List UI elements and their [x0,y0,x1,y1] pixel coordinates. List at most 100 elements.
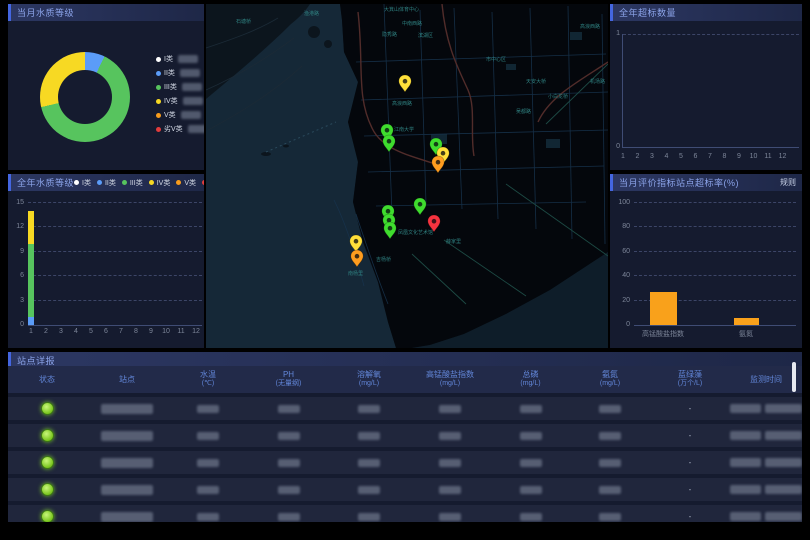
gridline [28,251,202,252]
x-tick-label: 2 [632,153,644,160]
redacted-value [730,404,761,413]
y-tick-label: 100 [610,199,630,206]
cell-algae: - [650,485,730,494]
x-tick-label: 8 [130,328,142,335]
city-map[interactable]: 石塘桥渔港路大箕山体育中心中南西路隐秀路滨湖区高浪西路市中心区天安大桥机场路小白… [206,4,608,348]
x-tick-label: 11 [762,153,774,160]
x-category-label: 氨氮 [706,329,786,339]
x-tick-label: 8 [719,153,731,160]
redacted-value [101,458,153,468]
year-grade-bar-chart[interactable] [28,203,202,326]
stacked-bar-segment[interactable] [28,211,34,244]
y-tick-label: 15 [10,199,24,206]
redacted-value [765,512,802,521]
cell-status [8,429,86,442]
pie-panel: 当月水质等级 I类II类III类IV类V类劣V类 [8,4,204,170]
cell-phosphorus [491,405,570,413]
stacked-bar-segment[interactable] [28,317,34,325]
redacted-value [730,458,761,467]
column-header: 状态 [8,375,86,385]
map-label: 薛家里 [446,238,461,245]
x-category-label: 高锰酸盐指数 [623,329,703,339]
gridline [28,275,202,276]
legend-item: 劣V类 [202,178,204,188]
table-row[interactable]: - [8,397,802,420]
column-name: 水温 [168,370,248,380]
exceed-rate-bar-chart[interactable] [634,203,796,326]
cell-temp [168,486,248,494]
x-tick-label: 7 [115,328,127,335]
table-row[interactable]: - [8,478,802,501]
map-label: 石塘桥 [236,18,251,25]
redacted-value [197,405,219,413]
cell-ammonia [570,486,650,494]
pie-legend: I类II类III类IV类V类劣V类 [156,54,204,134]
table-scrollbar-thumb[interactable] [792,362,796,392]
redacted-value [520,513,542,521]
exceed-count-panel: 全年超标数量 10 123456789101112 [610,4,802,170]
rate-bar[interactable] [650,292,677,325]
table-row[interactable]: - [8,505,802,522]
legend-dot [156,85,161,90]
y-tick-label: 40 [610,272,630,279]
table-row[interactable]: - [8,451,802,474]
rules-link[interactable]: 规则 [780,177,796,188]
column-name: 总磷 [491,370,570,380]
cell-time [730,404,802,413]
column-unit: (mg/L) [329,380,409,389]
x-tick-label: 3 [646,153,658,160]
redacted-value [358,459,380,467]
redacted-value [439,486,461,494]
redacted-value [101,512,153,522]
y-tick-label: 80 [610,223,630,230]
table-row[interactable]: - [8,424,802,447]
legend-dot [176,180,181,185]
cell-station [86,458,168,468]
cell-station [86,485,168,495]
cell-phosphorus [491,486,570,494]
legend-item: II类 [97,178,116,188]
cell-status [8,456,86,469]
cell-time [730,512,802,521]
rate-bar[interactable] [734,318,759,325]
column-header: 溶解氧(mg/L) [329,370,409,389]
column-unit: (mg/L) [491,380,570,389]
gridline [634,251,796,252]
legend-label: 劣V类 [164,124,183,134]
y-tick-label: 60 [610,248,630,255]
year-legend: I类II类III类IV类V类劣V类 [74,178,204,188]
redacted-value [178,55,198,63]
gridline [28,300,202,301]
redacted-value [730,512,761,521]
exceed-count-chart[interactable] [622,34,799,148]
redacted-value [765,458,802,467]
gridline [634,202,796,203]
stacked-bar-segment[interactable] [28,244,34,317]
column-name: 站点 [86,375,168,385]
legend-label: V类 [164,110,176,120]
cell-permanganate [409,459,491,467]
gridline [634,275,796,276]
cell-temp [168,459,248,467]
map-label: 吉杨桥 [376,256,391,263]
legend-item: IV类 [149,178,171,188]
count-panel-header: 全年超标数量 [610,4,802,21]
water-grade-donut-chart[interactable] [40,52,130,142]
legend-item: 劣V类 [156,124,204,134]
redacted-value [599,432,621,440]
redacted-value [182,83,202,91]
cell-status [8,510,86,522]
column-name: 高锰酸盐指数 [409,370,491,380]
map-label: 市中心区 [486,56,506,63]
map-label: 凤凰文化艺术馆 [398,229,433,236]
rate-panel-header: 当月评价指标站点超标率(%) 规则 [610,174,802,191]
map-label: 机场路 [590,78,605,85]
cell-ph [248,513,329,521]
cell-permanganate [409,405,491,413]
x-tick-label: 7 [704,153,716,160]
redacted-value [358,486,380,494]
gridline [28,226,202,227]
x-tick-label: 9 [145,328,157,335]
redacted-value [358,513,380,521]
redacted-value [765,404,802,413]
